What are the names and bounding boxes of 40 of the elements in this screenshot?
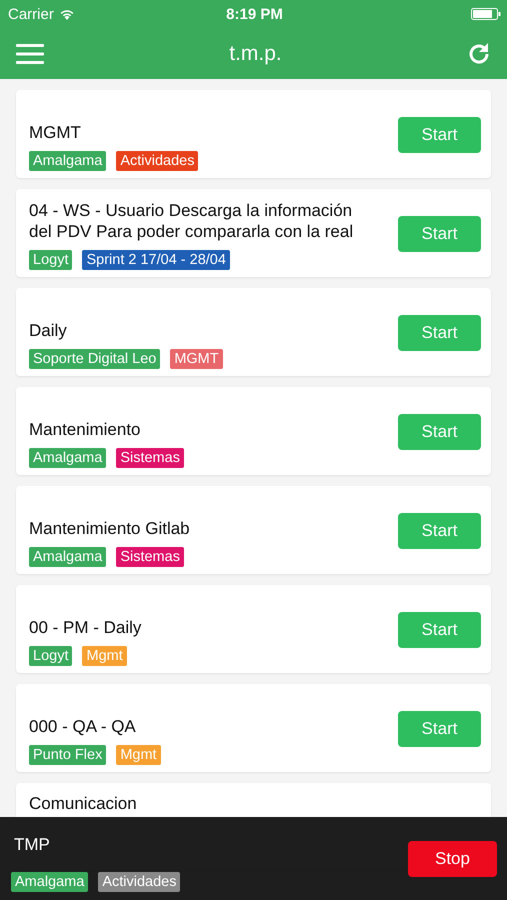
start-button[interactable]: Start — [398, 414, 481, 450]
task-title: 000 - QA - QA — [29, 716, 137, 737]
tag: Amalgama — [29, 547, 106, 567]
task-title: 04 - WS - Usuario Descarga la información del PDV Para poder compararla con la real — [29, 200, 354, 242]
tag: Logyt — [29, 250, 72, 270]
menu-icon[interactable] — [16, 44, 44, 64]
tag: Amalgama — [29, 448, 106, 468]
tag: Amalgama — [29, 151, 106, 171]
task-title: Comunicacion — [29, 793, 138, 814]
battery-icon — [471, 8, 502, 20]
carrier-label: Carrier — [8, 6, 54, 22]
tag: Amalgama — [11, 872, 88, 892]
tag: Punto Flex — [29, 745, 106, 765]
tag: MGMT — [170, 349, 223, 369]
start-button[interactable]: Start — [398, 710, 481, 746]
tag: Actividades — [116, 151, 198, 171]
tag: Sprint 2 17/04 - 28/04 — [82, 250, 230, 270]
tag: Sistemas — [116, 448, 184, 468]
start-button[interactable]: Start — [398, 314, 481, 350]
task-title: Mantenimiento Gitlab — [29, 518, 191, 539]
tag: Sistemas — [116, 547, 184, 567]
tag: Mgmt — [82, 646, 127, 666]
app-title: t.m.p. — [229, 42, 282, 66]
task-title: 00 - PM - Daily — [29, 617, 142, 638]
tag: Soporte Digital Leo — [29, 349, 160, 369]
wifi-icon — [58, 8, 75, 20]
current-task-title: TMP — [13, 835, 51, 855]
start-button[interactable]: Start — [398, 612, 481, 648]
tag: Mgmt — [116, 745, 161, 765]
clock-time: 8:19 PM — [226, 6, 283, 22]
tag: Logyt — [29, 646, 72, 666]
refresh-icon[interactable] — [466, 42, 491, 66]
start-button[interactable]: Start — [398, 512, 481, 548]
stop-button[interactable]: Stop — [408, 840, 497, 876]
start-button[interactable]: Start — [398, 216, 481, 252]
tag: Actividades — [98, 872, 180, 892]
task-title: MGMT — [29, 122, 82, 143]
task-title: Daily — [29, 320, 68, 341]
task-title: Mantenimiento — [29, 419, 142, 440]
start-button[interactable]: Start — [398, 116, 481, 152]
